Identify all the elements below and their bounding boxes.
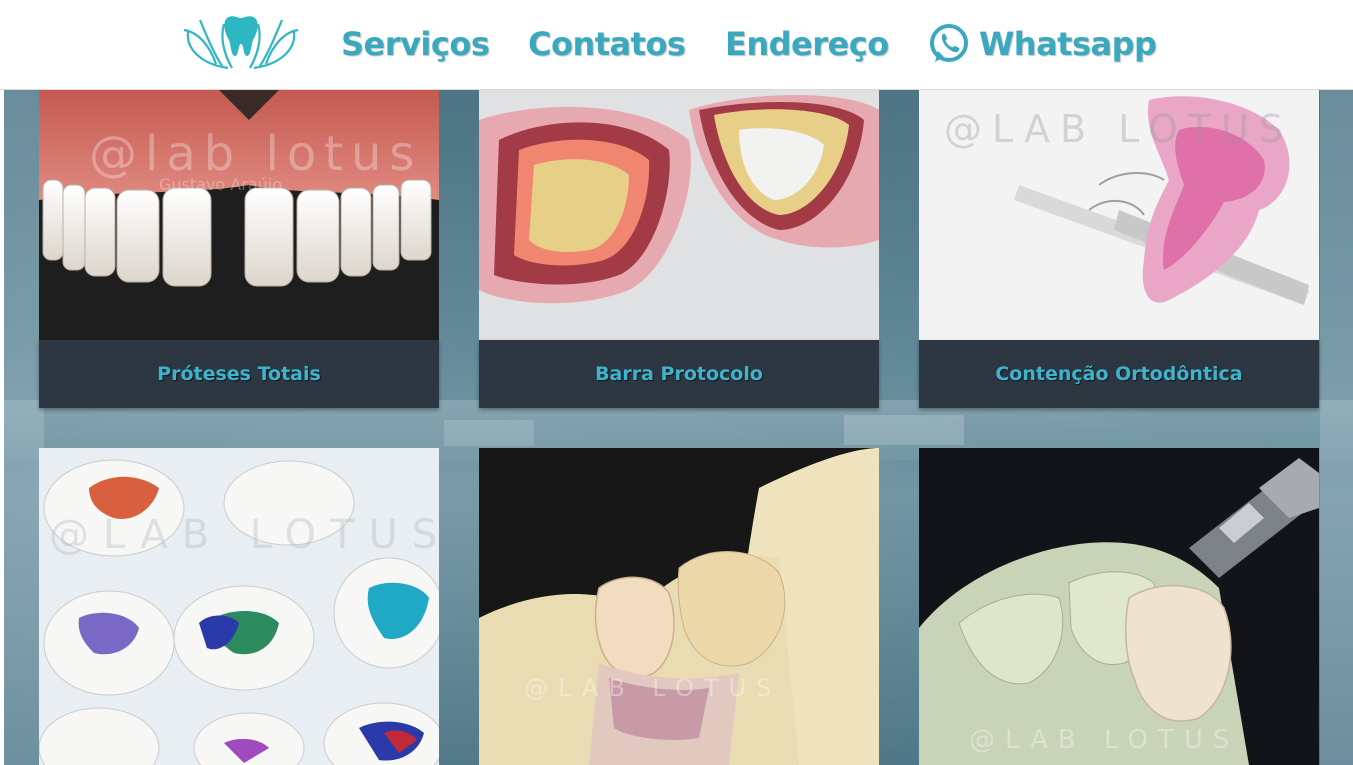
- nav-whatsapp-link[interactable]: Whatsapp: [927, 22, 1157, 66]
- nav-whatsapp-label: Whatsapp: [979, 25, 1157, 63]
- appliances-watermark: @LAB LOTUS: [49, 512, 439, 558]
- service-title: Contenção Ortodôntica: [919, 340, 1319, 408]
- impression-molds-photo: [479, 90, 879, 340]
- nav-contatos-link[interactable]: Contatos: [528, 22, 686, 66]
- lotus-tooth-logo-icon[interactable]: [180, 14, 302, 70]
- nav-servicos-link[interactable]: Serviços: [341, 22, 490, 66]
- service-title: Barra Protocolo: [479, 340, 879, 408]
- whatsapp-icon: [930, 24, 968, 62]
- denture-watermark-sub: Gustavo Araújo: [159, 175, 282, 194]
- service-title: Próteses Totais: [39, 340, 439, 408]
- crown-polishing-photo: @LAB LOTUS: [919, 448, 1319, 765]
- polishing-watermark: @LAB LOTUS: [969, 725, 1239, 755]
- denture-watermark: @lab lotus: [89, 126, 422, 182]
- orthodontic-appliances-photo: @LAB LOTUS: [39, 448, 439, 765]
- orthodontic-retainer-photo: @LAB LOTUS: [919, 90, 1319, 340]
- ceramic-crown-photo: @LAB LOTUS: [479, 448, 879, 765]
- nav-endereco-link[interactable]: Endereço: [725, 22, 889, 66]
- denture-photo: @lab lotus Gustavo Araújo: [39, 90, 439, 340]
- retainer-watermark: @LAB LOTUS: [944, 107, 1293, 151]
- crown-watermark: @LAB LOTUS: [524, 674, 781, 702]
- site-header: Serviços Contatos Endereço Whatsapp: [0, 0, 1353, 90]
